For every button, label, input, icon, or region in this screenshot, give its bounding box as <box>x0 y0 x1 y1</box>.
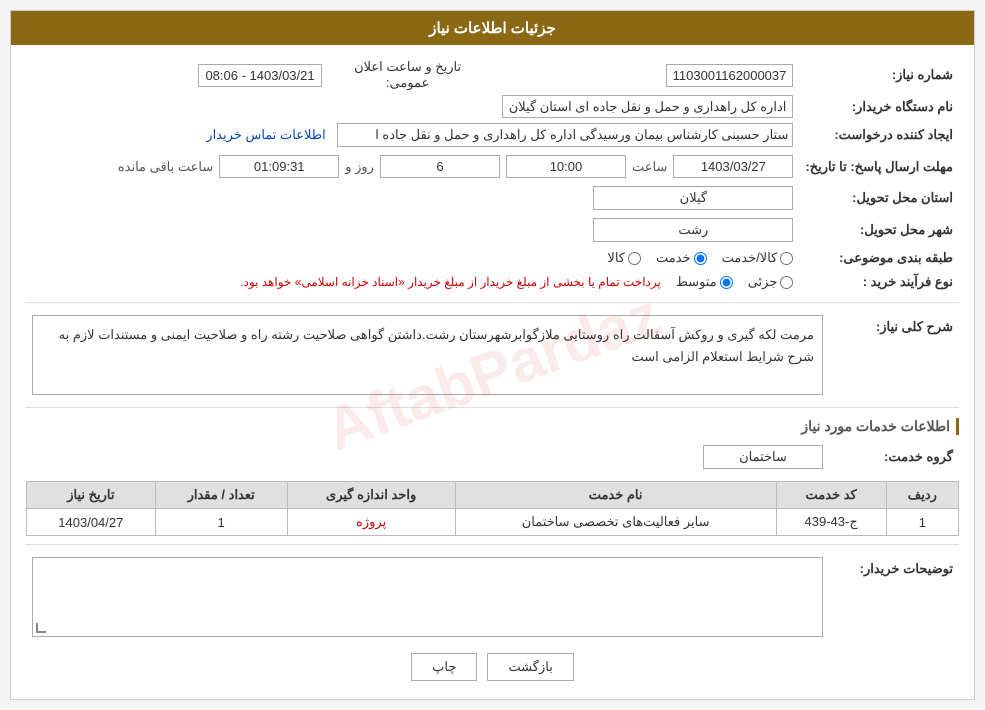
ijad-link[interactable]: اطلاعات تماس خریدار <box>206 127 325 142</box>
nam-dastgah-cell: اداره کل راهداری و حمل و نقل جاده ای است… <box>26 95 799 119</box>
radio-jozi-label: جزئی <box>748 274 778 290</box>
th-vahed: واحد اندازه گیری <box>287 482 455 509</box>
th-tedad: تعداد / مقدار <box>155 482 287 509</box>
panel-body: AftabPardaz شماره نیاز: 1103001162000037… <box>11 45 974 699</box>
gorooh-cell: ساختمان <box>26 441 829 473</box>
shomara-niaz-value: 1103001162000037 <box>666 64 794 87</box>
page-wrapper: جزئیات اطلاعات نیاز AftabPardaz شماره نی… <box>0 0 985 710</box>
buttons-row: بازگشت چاپ <box>26 653 959 681</box>
radio-kala-khedmat-label: کالا/خدمت <box>722 250 778 266</box>
vahed-link[interactable]: پروژه <box>356 514 386 529</box>
radio-khedmat[interactable] <box>694 252 707 265</box>
th-nam: نام خدمت <box>455 482 776 509</box>
resize-corner <box>36 623 46 633</box>
ostan-label: استان محل تحویل: <box>799 182 959 214</box>
shahr-value: رشت <box>593 218 793 242</box>
radio-khedmat-item: خدمت <box>656 250 707 266</box>
nooe-farayand-cell: جزئی متوسط پرداخت تمام یا بخشی از مبلغ خ… <box>26 270 799 294</box>
shahr-cell: رشت <box>26 214 799 246</box>
ijad-cell: ستار حسینی کارشناس بیمان ورسیدگی اداره ک… <box>26 119 799 151</box>
divider2 <box>26 407 959 408</box>
divider3 <box>26 544 959 545</box>
sharh-cell: مرمت لکه گیری و روکش آسفالت راه روستایی … <box>26 311 829 399</box>
nam-dastgah-value: اداره کل راهداری و حمل و نقل جاده ای است… <box>502 95 794 118</box>
shahr-label: شهر محل تحویل: <box>799 214 959 246</box>
tozihat-cell <box>26 553 829 641</box>
main-panel: جزئیات اطلاعات نیاز AftabPardaz شماره نی… <box>10 10 975 700</box>
cell-tarikh: 1403/04/27 <box>27 509 156 536</box>
tarikh-value: 1403/03/21 - 08:06 <box>198 64 321 87</box>
ostan-cell: گیلان <box>26 182 799 214</box>
tabaqe-label: طبقه بندی موضوعی: <box>799 246 959 270</box>
shomara-niaz-cell: 1103001162000037 <box>488 55 800 95</box>
radio-jozi[interactable] <box>780 276 793 289</box>
print-button[interactable]: چاپ <box>411 653 477 681</box>
radio-kala-item: کالا <box>607 250 641 266</box>
mohlet-mande: ساعت باقی مانده <box>118 159 213 175</box>
panel-title: جزئیات اطلاعات نیاز <box>429 20 556 37</box>
panel-header: جزئیات اطلاعات نیاز <box>11 11 974 45</box>
radio-khedmat-label: خدمت <box>656 250 691 266</box>
mohlet-date: 1403/03/27 <box>673 155 793 178</box>
radio-kala-khedmat[interactable] <box>780 252 793 265</box>
th-radif: ردیف <box>886 482 958 509</box>
tarikh-label-cell: تاریخ و ساعت اعلان عمومی: <box>328 55 488 95</box>
khadamat-section-title: اطلاعات خدمات مورد نیاز <box>26 418 959 435</box>
tarikh-label: تاریخ و ساعت اعلان عمومی: <box>354 59 461 90</box>
tarikh-value-cell: 1403/03/21 - 08:06 <box>26 55 328 95</box>
nooe-farayand-label: نوع فرآیند خرید : <box>799 270 959 294</box>
services-table: ردیف کد خدمت نام خدمت واحد اندازه گیری ت… <box>26 481 959 536</box>
mohlet-roz: 6 <box>380 155 500 178</box>
th-tarikh: تاریخ نیاز <box>27 482 156 509</box>
radio-motevaset-label: متوسط <box>676 274 717 290</box>
mohlet-saat: 10:00 <box>506 155 626 178</box>
radio-motevaset-item: متوسط <box>676 274 733 290</box>
mohlet-roz-label: روز و <box>345 159 374 175</box>
sharh-table: شرح کلی نیاز: مرمت لکه گیری و روکش آسفال… <box>26 311 959 399</box>
tozihat-box <box>32 557 823 637</box>
radio-kala-khedmat-item: کالا/خدمت <box>722 250 794 266</box>
mohlet-time: 01:09:31 <box>219 155 339 178</box>
back-button[interactable]: بازگشت <box>487 653 573 681</box>
ijad-value: ستار حسینی کارشناس بیمان ورسیدگی اداره ک… <box>337 123 794 147</box>
mohlet-cell: 1403/03/27 ساعت 10:00 6 روز و 01:09:31 س… <box>26 151 799 182</box>
divider1 <box>26 302 959 303</box>
cell-radif: 1 <box>886 509 958 536</box>
gorooh-value: ساختمان <box>703 445 823 469</box>
cell-nam: سایر فعالیت‌های تخصصی ساختمان <box>455 509 776 536</box>
table-row: 1 ج-43-439 سایر فعالیت‌های تخصصی ساختمان… <box>27 509 959 536</box>
cell-tedad: 1 <box>155 509 287 536</box>
gorooh-label: گروه خدمت: <box>829 441 959 473</box>
mohlet-label: مهلت ارسال پاسخ: تا تاریخ: <box>799 151 959 182</box>
nam-dastgah-label: نام دستگاه خریدار: <box>799 95 959 119</box>
top-info-table: شماره نیاز: 1103001162000037 تاریخ و ساع… <box>26 55 959 294</box>
tozihat-label: توضیحات خریدار: <box>829 553 959 641</box>
mohlet-saat-label: ساعت <box>632 159 667 175</box>
th-kod: کد خدمت <box>776 482 886 509</box>
sharh-value: مرمت لکه گیری و روکش آسفالت راه روستایی … <box>32 315 823 395</box>
radio-jozi-item: جزئی <box>748 274 794 290</box>
ijad-label: ایجاد کننده درخواست: <box>799 119 959 151</box>
tozihat-table: توضیحات خریدار: <box>26 553 959 641</box>
tabaqe-cell: کالا/خدمت خدمت کالا <box>26 246 799 270</box>
ostan-value: گیلان <box>593 186 793 210</box>
radio-kala[interactable] <box>628 252 641 265</box>
gorooh-table: گروه خدمت: ساختمان <box>26 441 959 473</box>
farayand-desc: پرداخت تمام یا بخشی از مبلغ خریدار از مب… <box>240 275 661 289</box>
radio-motevaset[interactable] <box>720 276 733 289</box>
sharh-label: شرح کلی نیاز: <box>829 311 959 399</box>
cell-vahed: پروژه <box>287 509 455 536</box>
cell-kod: ج-43-439 <box>776 509 886 536</box>
shomara-niaz-label: شماره نیاز: <box>799 55 959 95</box>
radio-kala-label: کالا <box>607 250 625 266</box>
